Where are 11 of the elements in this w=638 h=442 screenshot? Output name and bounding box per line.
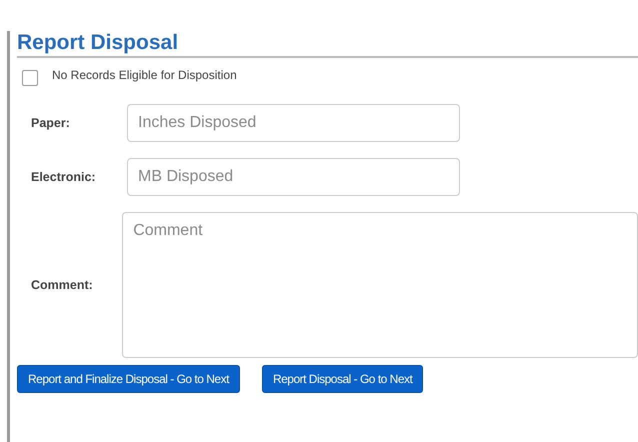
input-field[interactable]: MB Disposed (127, 158, 460, 196)
field-label: Electronic: (30, 168, 97, 186)
submit-button[interactable]: Report and Finalize Disposal - Go to Next (17, 365, 240, 393)
submit-button[interactable]: Report Disposal - Go to Next (262, 365, 424, 393)
field-label: Paper: (30, 114, 71, 132)
checkbox-label: No Records Eligible for Disposition (52, 67, 237, 84)
checkbox[interactable] (22, 70, 38, 86)
section-heading: Report Disposal (17, 31, 638, 58)
field-label: Comment: (30, 276, 94, 294)
comment-field[interactable]: Comment (122, 212, 638, 358)
input-field[interactable]: Inches Disposed (127, 104, 460, 142)
